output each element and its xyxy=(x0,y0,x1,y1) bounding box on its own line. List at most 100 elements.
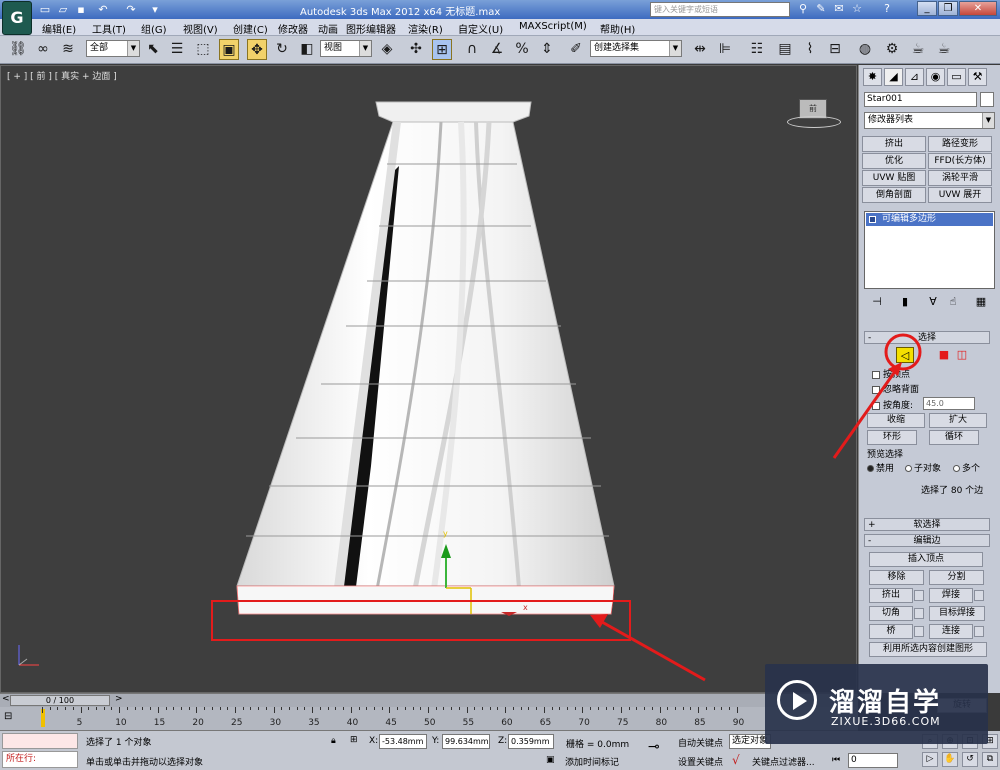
preview-option-multi[interactable]: 多个 xyxy=(953,461,980,474)
modifier-button-ffd[interactable]: FFD(长方体) xyxy=(928,153,992,169)
rendered-frame-icon[interactable]: ☕ xyxy=(908,39,928,60)
rect-selection-icon[interactable]: ⬚ xyxy=(193,39,213,60)
rollout-edit-edges-header[interactable]: - 编辑边 xyxy=(864,534,990,547)
layer-manager-icon[interactable]: ☷ xyxy=(747,39,767,60)
mirror-icon[interactable]: ⇹ xyxy=(690,39,710,60)
communication-icon[interactable]: ✉ xyxy=(832,2,846,16)
modifier-button-turbosmooth[interactable]: 涡轮平滑 xyxy=(928,170,992,186)
curve-editor-icon[interactable]: ⌇ xyxy=(800,39,820,60)
object-name-field[interactable]: Star001 xyxy=(864,92,977,107)
chamfer-button[interactable]: 切角 xyxy=(869,606,924,621)
next-frame-icon[interactable]: > xyxy=(115,694,123,704)
menu-help[interactable]: 帮助(H) xyxy=(600,21,635,36)
spinner-snap-icon[interactable]: ⇕ xyxy=(537,39,557,60)
create-shape-button[interactable]: 利用所选内容创建图形 xyxy=(869,642,987,657)
render-setup-icon[interactable]: ⚙ xyxy=(882,39,902,60)
configure-sets-icon[interactable]: ▦ xyxy=(973,295,989,309)
snaps-toggle-icon[interactable]: ∩ xyxy=(462,39,482,60)
angle-snap-icon[interactable]: ∡ xyxy=(487,39,507,60)
menu-tools[interactable]: 工具(T) xyxy=(92,21,126,36)
lock-selection-icon[interactable]: 🔒︎ xyxy=(331,736,336,746)
create-tab-icon[interactable]: ✸ xyxy=(863,68,882,86)
modifier-list-dropdown[interactable]: 修改器列表 ▼ xyxy=(864,112,995,129)
bridge-settings-icon[interactable] xyxy=(914,626,924,637)
favorites-icon[interactable]: ☆ xyxy=(850,2,864,16)
menu-animation[interactable]: 动画 xyxy=(318,21,338,36)
front-viewport[interactable]: x y [ + ] [ 前 ] [ 真实 + 边面 ] 前 xyxy=(0,65,857,693)
rollout-selection-header[interactable]: - 选择 xyxy=(864,331,990,344)
extrude-button[interactable]: 挤出 xyxy=(869,588,924,603)
viewport-label[interactable]: [ + ] [ 前 ] [ 真实 + 边面 ] xyxy=(7,69,117,82)
z-coord-field[interactable]: 0.359mm xyxy=(508,734,554,749)
auto-key-button[interactable]: 自动关键点 xyxy=(678,736,723,749)
viewcube-compass[interactable] xyxy=(787,116,841,128)
element-subobject-icon[interactable]: ◫ xyxy=(953,347,971,363)
binoculars-icon[interactable]: ⚲ xyxy=(796,2,810,16)
align-icon[interactable]: ⊫ xyxy=(715,39,735,60)
open-file-icon[interactable]: ▱ xyxy=(56,2,70,17)
preview-option-subobject[interactable]: 子对象 xyxy=(905,461,941,474)
select-object-icon[interactable]: ⬉ xyxy=(143,39,163,60)
hierarchy-tab-icon[interactable]: ⊿ xyxy=(905,68,924,86)
selection-filter-dropdown[interactable]: 全部 ▼ xyxy=(86,40,140,57)
menu-modifiers[interactable]: 修改器 xyxy=(278,21,308,36)
weld-settings-icon[interactable] xyxy=(974,590,984,601)
named-selection-dropdown[interactable]: 创建选择集 ▼ xyxy=(590,40,682,57)
time-slider-thumb[interactable]: 0 / 100 xyxy=(10,695,110,706)
ring-button[interactable]: 环形 xyxy=(867,430,917,445)
motion-tab-icon[interactable]: ◉ xyxy=(926,68,945,86)
make-unique-icon[interactable]: ∀ xyxy=(925,295,941,309)
edit-named-selection-icon[interactable]: ✐ xyxy=(566,39,586,60)
bridge-button[interactable]: 桥 xyxy=(869,624,924,639)
maximize-viewport-icon[interactable]: ⧉ xyxy=(982,752,998,767)
select-manipulate-icon[interactable]: ✣ xyxy=(406,39,426,60)
undo-icon[interactable]: ↶ xyxy=(96,2,110,17)
link-icon[interactable]: ⛓ xyxy=(8,39,28,60)
absolute-mode-icon[interactable]: ⊞ xyxy=(350,735,358,745)
field-of-view-icon[interactable]: ▷ xyxy=(922,752,938,767)
utilities-tab-icon[interactable]: ⚒ xyxy=(968,68,987,86)
prev-frame-icon[interactable]: < xyxy=(2,694,10,704)
insert-vertex-button[interactable]: 插入顶点 xyxy=(869,552,983,567)
split-button[interactable]: 分割 xyxy=(929,570,984,585)
material-editor-icon[interactable]: ◍ xyxy=(855,39,875,60)
target-weld-button[interactable]: 目标焊接 xyxy=(929,606,985,621)
menu-create[interactable]: 创建(C) xyxy=(233,21,268,36)
weld-button[interactable]: 焊接 xyxy=(929,588,984,603)
menu-maxscript[interactable]: MAXScript(M) xyxy=(519,21,587,32)
key-filter-icon[interactable]: √ xyxy=(732,753,740,767)
pin-stack-icon[interactable]: ⊣ xyxy=(869,295,885,309)
maxscript-line[interactable]: 所在行: xyxy=(2,751,78,768)
by-angle-checkbox[interactable]: 按角度: xyxy=(872,398,913,411)
unlink-icon[interactable]: ∞ xyxy=(33,39,53,60)
select-move-icon[interactable]: ✥ xyxy=(247,39,267,60)
select-rotate-icon[interactable]: ↻ xyxy=(272,39,292,60)
chamfer-settings-icon[interactable] xyxy=(914,608,924,619)
select-by-name-icon[interactable]: ☰ xyxy=(167,39,187,60)
help-icon[interactable]: ? xyxy=(880,2,894,16)
preview-option-disabled[interactable]: 禁用 xyxy=(867,461,894,474)
menu-views[interactable]: 视图(V) xyxy=(183,21,218,36)
schematic-view-icon[interactable]: ⊟ xyxy=(825,39,845,60)
modifier-button-optimize[interactable]: 优化 xyxy=(862,153,926,169)
modifier-button-unwrap[interactable]: UVW 展开 xyxy=(928,187,992,203)
window-crossing-icon[interactable]: ▣ xyxy=(219,39,239,60)
render-production-icon[interactable]: ☕ xyxy=(934,39,954,60)
menu-group[interactable]: 组(G) xyxy=(141,21,167,36)
save-file-icon[interactable]: ▪ xyxy=(74,2,88,17)
graphite-tools-icon[interactable]: ▤ xyxy=(775,39,795,60)
grow-button[interactable]: 扩大 xyxy=(929,413,987,428)
close-button[interactable]: ✕ xyxy=(959,1,997,16)
menu-graph-editors[interactable]: 图形编辑器 xyxy=(346,21,396,36)
percent-snap-icon[interactable]: % xyxy=(512,39,532,60)
connect-settings-icon[interactable] xyxy=(974,626,984,637)
pan-icon[interactable]: ✋ xyxy=(942,752,958,767)
mini-curve-editor-icon[interactable]: ⊟ xyxy=(4,711,24,727)
key-filters-button[interactable]: 关键点过滤器... xyxy=(752,755,815,768)
loop-button[interactable]: 循环 xyxy=(929,430,979,445)
polygon-subobject-icon[interactable]: ■ xyxy=(935,347,953,363)
current-frame-field[interactable]: 0 xyxy=(848,753,898,768)
modifier-button-bevelprofile[interactable]: 倒角剖面 xyxy=(862,187,926,203)
keyboard-shortcut-toggle-icon[interactable]: ⊞ xyxy=(432,39,452,60)
key-icon[interactable]: ⊸ xyxy=(648,739,660,755)
